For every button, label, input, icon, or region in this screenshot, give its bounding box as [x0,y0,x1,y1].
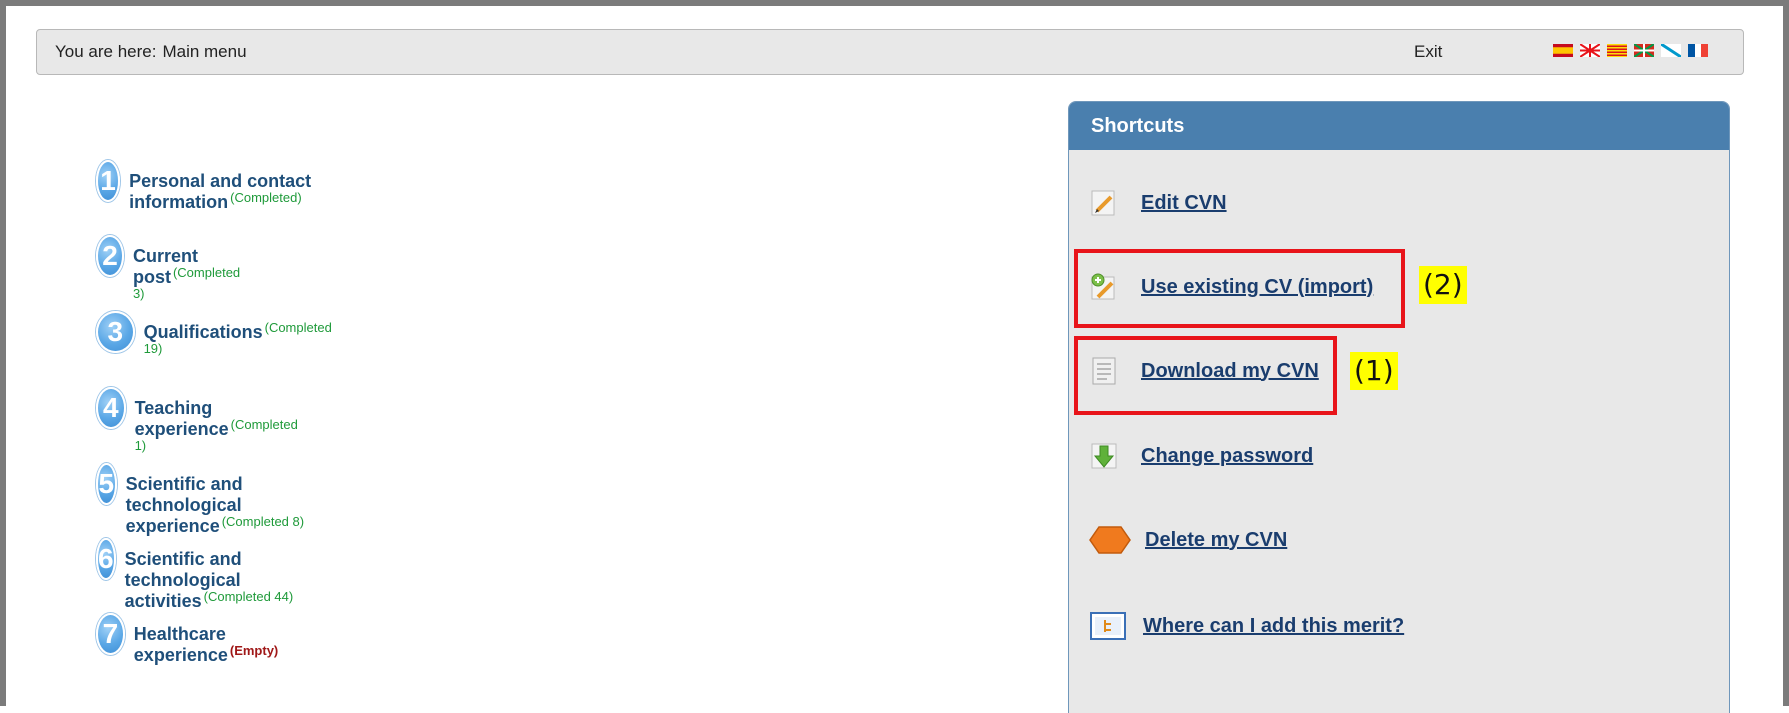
menu-item-status: (Completed 8) [221,514,305,529]
orange-hexagon-icon [1089,525,1131,555]
shortcuts-title: Shortcuts [1069,102,1729,150]
galician-flag-icon[interactable] [1661,44,1681,57]
menu-item-label[interactable]: Healthcare experience [134,624,228,665]
annotation-tag-1: (1) [1350,352,1398,390]
shortcut-change-password[interactable]: Change password [1089,441,1313,471]
shortcut-label[interactable]: Delete my CVN [1145,529,1287,552]
shortcut-delete-cvn[interactable]: Delete my CVN [1089,525,1287,555]
annotation-tag-2: (2) [1419,266,1467,304]
catalan-flag-icon[interactable] [1607,44,1627,57]
step-number-badge: 5 [96,463,117,505]
spanish-flag-icon[interactable] [1553,44,1573,57]
breadcrumb-prefix: You are here: [55,42,157,61]
step-number-badge: 1 [96,160,121,202]
step-number-badge: 2 [96,235,124,277]
step-number-badge: 4 [96,387,126,429]
shortcut-where-add-merit[interactable]: Where can I add this merit? [1089,611,1404,641]
menu-item-label[interactable]: Qualifications [144,322,263,342]
french-flag-icon[interactable] [1688,44,1708,57]
green-arrow-down-icon [1089,441,1119,471]
language-selector [1553,44,1708,57]
menu-item-current-post[interactable]: 2 Current post (Completed 3) [96,235,254,309]
highlight-box-download [1074,336,1337,415]
menu-item-status: (Completed) [230,190,302,205]
menu-item-qualifications[interactable]: 3 Qualifications (Completed 19) [96,311,335,364]
step-number-badge: 6 [96,538,116,580]
breadcrumb-bar: You are here: Main menu Exit [36,29,1744,75]
menu-item-teaching-experience[interactable]: 4 Teaching experience (Completed 1) [96,387,310,461]
shortcut-label[interactable]: Edit CVN [1141,192,1227,215]
basque-flag-icon[interactable] [1634,44,1654,57]
menu-item-status: (Completed 44) [203,589,294,604]
shortcut-edit-cvn[interactable]: Edit CVN [1089,188,1227,218]
shortcut-label[interactable]: Change password [1141,445,1313,468]
breadcrumb: You are here: Main menu [55,42,247,62]
uk-flag-icon[interactable] [1580,44,1600,57]
menu-item-label[interactable]: Teaching experience [135,398,229,439]
breadcrumb-current: Main menu [162,42,247,61]
menu-item-personal-info[interactable]: 1 Personal and contact information (Compl… [96,160,320,213]
shortcut-label[interactable]: Where can I add this merit? [1143,615,1404,638]
menu-item-status: (Empty) [229,643,279,658]
exit-link[interactable]: Exit [1414,42,1442,62]
menu-item-scientific-experience[interactable]: 5 Scientific and technological experienc… [96,463,310,537]
tree-structure-icon [1089,611,1127,641]
pencil-edit-icon [1089,188,1119,218]
step-number-badge: 7 [96,613,125,655]
highlight-box-import [1074,249,1405,328]
menu-item-scientific-activities[interactable]: 6 Scientific and technological activitie… [96,538,293,612]
menu-item-healthcare-experience[interactable]: 7 Healthcare experience (Empty) [96,613,291,666]
step-number-badge: 3 [96,311,135,353]
